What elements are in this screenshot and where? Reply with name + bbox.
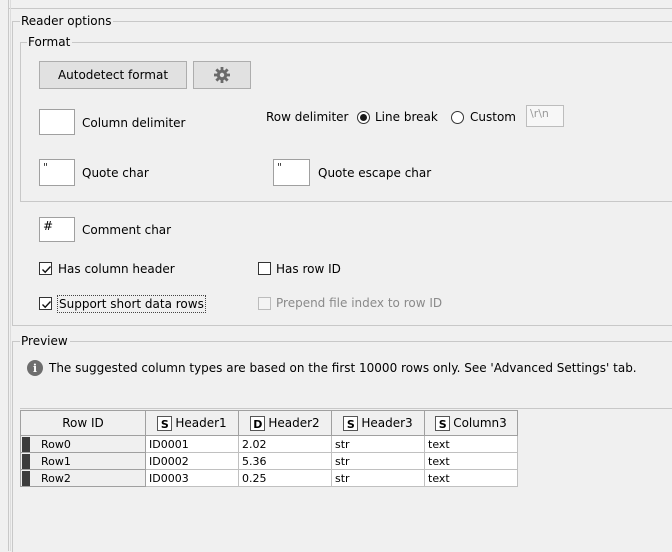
autodetect-format-button[interactable]: Autodetect format [39, 61, 187, 89]
info-icon: i [27, 360, 43, 376]
line-break-label[interactable]: Line break [375, 109, 438, 125]
column-header-label: Column3 [453, 416, 507, 430]
support-short-data-rows-checkbox[interactable] [39, 297, 52, 310]
custom-row-delimiter-input[interactable]: \r\n [526, 105, 564, 127]
preview-table: Row ID S Header1 D Header2 S Header3 S Colum… [20, 410, 518, 487]
row-id-cell: Row1 [20, 452, 146, 470]
custom-radio[interactable] [451, 111, 464, 124]
table-cell: text [424, 452, 518, 470]
table-cell: ID0002 [145, 452, 239, 470]
has-row-id-label[interactable]: Has row ID [276, 261, 341, 277]
has-column-header-checkbox[interactable] [39, 262, 52, 275]
format-settings-button[interactable] [193, 61, 251, 89]
has-row-id-checkbox[interactable] [258, 262, 271, 275]
string-type-icon: S [157, 415, 173, 431]
quote-escape-char-label: Quote escape char [318, 166, 432, 180]
column-header-label: Header1 [175, 416, 227, 430]
table-row[interactable]: Row1 ID0002 5.36 str text [20, 452, 518, 470]
preview-title: Preview [20, 334, 70, 348]
row-delimiter-label: Row delimiter [266, 110, 349, 124]
custom-label[interactable]: Custom [470, 109, 516, 125]
comment-char-input[interactable]: # [39, 217, 75, 242]
column-delimiter-label: Column delimiter [82, 116, 186, 130]
column-delimiter-input[interactable] [39, 109, 75, 135]
comment-char-label: Comment char [82, 223, 172, 237]
quote-escape-char-input[interactable]: " [273, 159, 310, 186]
column-header-label: Header3 [361, 416, 413, 430]
column-header-label: Header2 [268, 416, 320, 430]
column-header-header1[interactable]: S Header1 [145, 410, 239, 436]
row-id-cell: Row2 [20, 469, 146, 487]
gear-icon [213, 66, 231, 84]
top-divider [8, 0, 672, 9]
table-row[interactable]: Row0 ID0001 2.02 str text [20, 435, 518, 453]
table-cell: ID0001 [145, 435, 239, 453]
quote-char-label: Quote char [82, 166, 149, 180]
table-cell: str [331, 469, 425, 487]
reader-options-title: Reader options [20, 14, 114, 28]
column-header-row-id[interactable]: Row ID [20, 410, 146, 436]
string-type-icon: S [343, 415, 359, 431]
table-cell: 0.25 [238, 469, 332, 487]
table-cell: text [424, 435, 518, 453]
string-type-icon: S [435, 415, 451, 431]
line-break-radio[interactable] [357, 111, 370, 124]
prepend-file-index-label: Prepend file index to row ID [276, 296, 443, 310]
double-type-icon: D [250, 415, 266, 431]
table-cell: text [424, 469, 518, 487]
panel-border-left-inner [10, 0, 11, 551]
prepend-file-index-checkbox[interactable] [258, 297, 271, 310]
column-header-label: Row ID [62, 416, 104, 430]
row-id-cell: Row0 [20, 435, 146, 453]
table-cell: ID0003 [145, 469, 239, 487]
table-cell: 2.02 [238, 435, 332, 453]
table-cell: 5.36 [238, 452, 332, 470]
preview-info-text: The suggested column types are based on … [49, 361, 637, 375]
column-header-column3[interactable]: S Column3 [424, 410, 518, 436]
table-cell: str [331, 452, 425, 470]
table-cell: str [331, 435, 425, 453]
panel-border-left [8, 0, 9, 551]
column-header-header2[interactable]: D Header2 [238, 410, 332, 436]
format-title: Format [27, 35, 73, 49]
column-header-header3[interactable]: S Header3 [331, 410, 425, 436]
support-short-data-rows-label[interactable]: Support short data rows [57, 295, 206, 313]
has-column-header-label[interactable]: Has column header [58, 261, 175, 277]
table-row[interactable]: Row2 ID0003 0.25 str text [20, 469, 518, 487]
quote-char-input[interactable]: " [39, 159, 75, 186]
